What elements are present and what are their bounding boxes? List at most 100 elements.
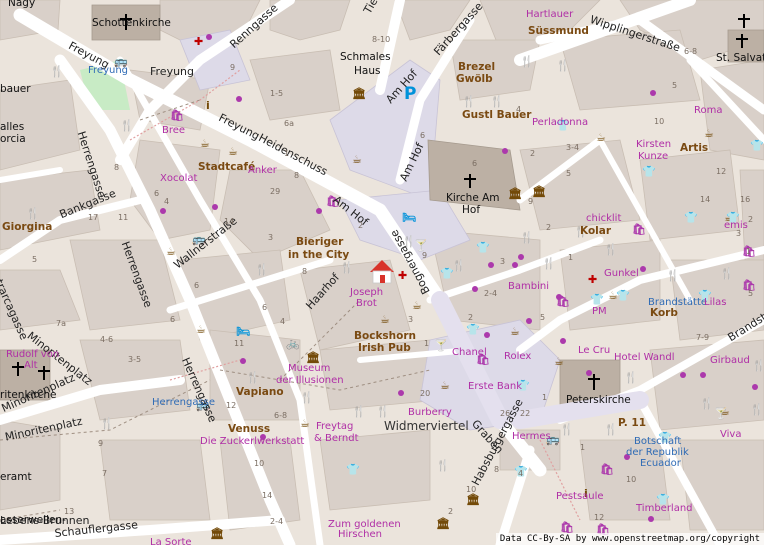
house-number[interactable]: 29 xyxy=(270,188,280,196)
map-canvas[interactable]: P 🍴 🍴 🍴 🍴 🍴 🍴 🍴 🍴 🍴 🍴 🍴 🍴 🍴 🍴 🍴 🍴 🍴 🍴 🍴 🍴 🍴 🍴 🍴 🍴 🍴 🍴 🍴 🍴 🍴 ☕ ☕ ☕ ☕ ☕ ☕ ☕ ☕ ☕… xyxy=(0,0,764,545)
house-number[interactable]: 2 xyxy=(448,508,453,516)
house-number[interactable]: 8-10 xyxy=(372,36,390,44)
house-number[interactable]: 5 xyxy=(748,290,753,298)
shop-label[interactable]: Alt xyxy=(24,361,38,371)
shop-label[interactable]: Bambini xyxy=(508,282,549,292)
house-number[interactable]: 1 xyxy=(542,394,547,402)
house-number[interactable]: 3-4 xyxy=(566,144,579,152)
house-number[interactable]: 9 xyxy=(230,64,235,72)
edge-label[interactable]: ritenkirche xyxy=(0,390,56,401)
house-number[interactable]: 11 xyxy=(234,340,244,348)
shop-label[interactable]: Gunkel xyxy=(604,269,639,279)
house-number[interactable]: 2 xyxy=(530,150,535,158)
house-number[interactable]: 5 xyxy=(566,170,571,178)
street-label[interactable]: Freyung xyxy=(150,66,194,77)
house-number[interactable]: 6 xyxy=(170,316,175,324)
house-number[interactable]: 5 xyxy=(32,256,37,264)
house-number[interactable]: 6 xyxy=(420,132,425,140)
place-label[interactable]: St. Salvator xyxy=(716,53,764,64)
house-number[interactable]: 10 xyxy=(654,118,664,126)
house-number[interactable]: 14 xyxy=(224,218,234,226)
house-number[interactable]: 7-9 xyxy=(696,334,709,342)
shop-label[interactable]: Joseph xyxy=(350,288,383,298)
poi-label[interactable]: Bockshorn xyxy=(354,331,416,342)
shop-label[interactable]: Pestsaule xyxy=(556,492,604,502)
place-label[interactable]: der Republik xyxy=(626,448,689,458)
house-number[interactable]: 6 xyxy=(194,282,199,290)
edge-label[interactable]: alles xyxy=(0,122,24,133)
place-label[interactable]: Herrengasse xyxy=(152,398,215,408)
house-number[interactable]: 11 xyxy=(118,214,128,222)
poi-label[interactable]: Korb xyxy=(650,308,678,319)
house-number[interactable]: 4-6 xyxy=(100,336,113,344)
edge-label[interactable]: eramt xyxy=(0,472,32,483)
house-number[interactable]: 3-5 xyxy=(128,356,141,364)
shop-label[interactable]: Timberland xyxy=(636,504,693,514)
house-number[interactable]: 7a xyxy=(56,320,66,328)
poi-label[interactable]: Kolar xyxy=(580,226,611,237)
shop-label[interactable]: Viva xyxy=(720,430,741,440)
shop-label[interactable]: Die Zuckerlwerkstatt xyxy=(200,437,304,447)
house-number[interactable]: 14 xyxy=(262,492,272,500)
shop-label[interactable]: Perladonna xyxy=(532,118,588,128)
house-number[interactable]: 4 xyxy=(280,318,285,326)
shop-label[interactable]: & Berndt xyxy=(314,434,359,444)
house-number[interactable]: 3 xyxy=(500,258,505,266)
house-number[interactable]: 5 xyxy=(672,82,677,90)
poi-label[interactable]: Stadtcafé xyxy=(198,162,255,173)
house-number[interactable]: 10 xyxy=(466,486,476,494)
place-label[interactable]: Hof xyxy=(462,205,480,216)
edge-label[interactable]: Nagy xyxy=(8,0,35,9)
shop-label[interactable]: Girbaud xyxy=(710,356,750,366)
house-number[interactable]: 6a xyxy=(284,120,294,128)
house-number[interactable]: 12 xyxy=(594,514,604,522)
shop-label[interactable]: Museum xyxy=(288,364,330,374)
house-number[interactable]: 2 xyxy=(748,216,753,224)
house-number[interactable]: 4 xyxy=(518,470,523,478)
house-number[interactable]: 1-5 xyxy=(270,90,283,98)
house-number[interactable]: 1 xyxy=(746,248,751,256)
house-number[interactable]: 10 xyxy=(254,460,264,468)
edge-label[interactable]: bauer xyxy=(0,84,31,95)
house-number[interactable]: 9 xyxy=(98,440,103,448)
shop-label[interactable]: Kirsten xyxy=(636,140,671,150)
house-number[interactable]: 8 xyxy=(294,172,299,180)
shop-label[interactable]: Kunze xyxy=(638,152,668,162)
poi-label[interactable]: P. 11 xyxy=(618,418,646,429)
shop-label[interactable]: PM xyxy=(592,307,607,317)
house-number[interactable]: 2 xyxy=(358,222,363,230)
shop-label[interactable]: Rolex xyxy=(504,352,531,362)
poi-label[interactable]: Bieriger xyxy=(296,237,343,248)
house-number[interactable]: 8 xyxy=(302,268,307,276)
poi-label[interactable]: Giorgina xyxy=(2,222,52,233)
shop-label[interactable]: Le Cru xyxy=(578,346,610,356)
poi-label[interactable]: Irish Pub xyxy=(358,343,411,354)
house-number[interactable]: 6 xyxy=(262,304,267,312)
house-number[interactable]: 16 xyxy=(740,196,750,204)
house-number[interactable]: 1 xyxy=(568,254,573,262)
poi-label[interactable]: Gwölb xyxy=(456,74,493,85)
house-number[interactable]: 12 xyxy=(226,402,236,410)
house-number[interactable]: 2 xyxy=(546,224,551,232)
shop-label[interactable]: Lilas xyxy=(704,298,726,308)
house-number[interactable]: 2-4 xyxy=(270,518,283,526)
shop-label[interactable]: Rudolf von xyxy=(6,350,59,360)
poi-label[interactable]: Süssmund xyxy=(528,26,589,37)
house-number[interactable]: 8 xyxy=(494,466,499,474)
poi-label[interactable]: Vapiano xyxy=(236,387,284,398)
house-number[interactable]: 20 xyxy=(420,390,430,398)
house-number[interactable]: 9 xyxy=(528,198,533,206)
place-label[interactable]: Widmerviertel xyxy=(384,420,469,432)
house-number[interactable]: 4 xyxy=(164,198,169,206)
place-label[interactable]: Kirche Am xyxy=(446,193,500,204)
house-number[interactable]: 7 xyxy=(102,470,107,478)
house-number[interactable]: 17 xyxy=(88,214,98,222)
edge-label[interactable]: orcia xyxy=(0,134,26,145)
place-label[interactable]: Botschaft xyxy=(634,437,681,447)
shop-label[interactable]: Hotel Wandl xyxy=(614,353,675,363)
house-number[interactable]: 6-8 xyxy=(684,48,697,56)
house-number[interactable]: 2-4 xyxy=(484,290,497,298)
poi-label[interactable]: in the City xyxy=(288,250,349,261)
place-label[interactable]: Freyung xyxy=(88,66,128,76)
shop-label[interactable]: Xocolat xyxy=(160,174,197,184)
